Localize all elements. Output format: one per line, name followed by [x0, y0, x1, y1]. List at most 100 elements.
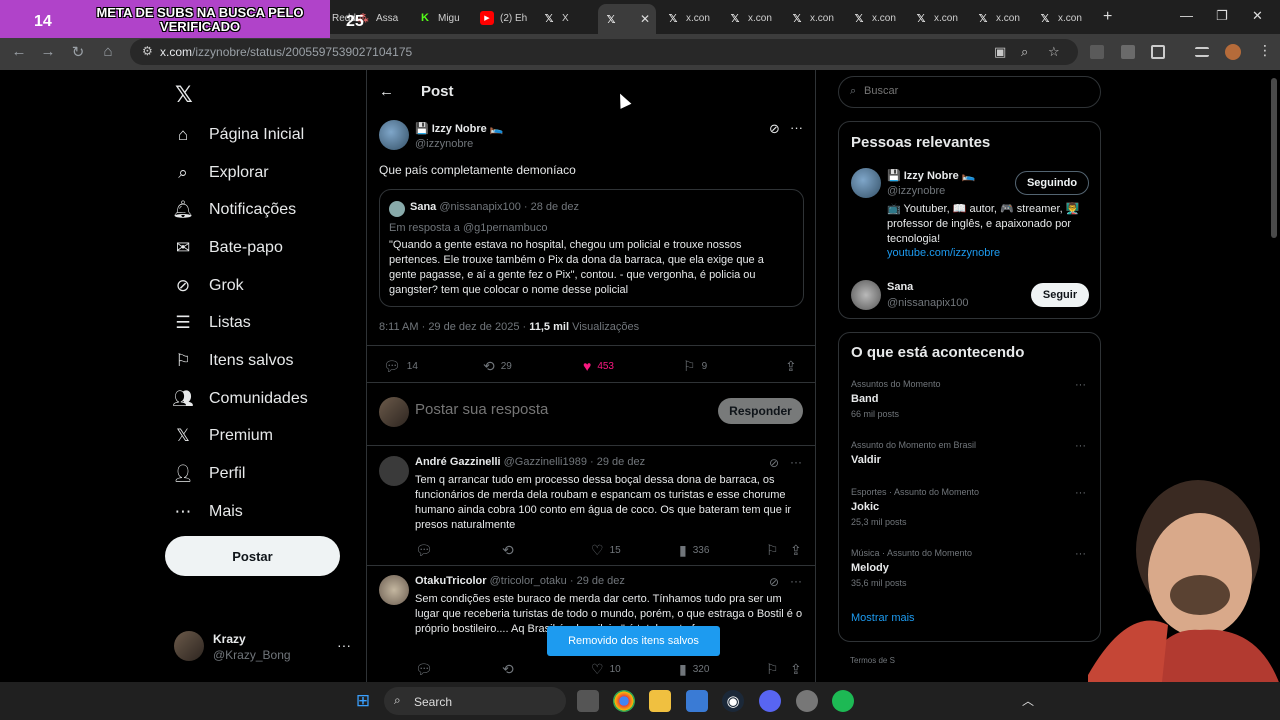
trend-item[interactable]: Esportes · Assunto do Momento Jokic 25,3…	[851, 487, 1091, 527]
search-input[interactable]	[864, 85, 1084, 97]
profile-avatar[interactable]	[1225, 44, 1241, 60]
more-icon[interactable]: ···	[1075, 487, 1086, 499]
trend-item[interactable]: Música · Assunto do Momento Melody 35,6 …	[851, 548, 1091, 588]
follow-button[interactable]: Seguir	[1031, 283, 1089, 307]
bookmark-action[interactable]: ⚐	[766, 542, 779, 559]
bookmark-action[interactable]: ⚐	[766, 661, 779, 678]
show-more-link[interactable]: Mostrar mais	[851, 612, 915, 624]
nav-item-premium[interactable]: 𝕏 Premium	[173, 422, 273, 450]
bookmark-action[interactable]: ⚐ 9	[683, 358, 707, 375]
nav-item-notifications[interactable]: 🔔︎ Notificações	[172, 196, 296, 224]
browser-tab-active[interactable]: 𝕏 ✕	[598, 4, 656, 34]
install-app-icon[interactable]: ▣	[994, 44, 1006, 60]
person-name[interactable]: Sana	[887, 281, 913, 293]
chevron-up-icon[interactable]: ︿	[1022, 692, 1034, 709]
store-icon[interactable]	[686, 690, 708, 712]
browser-tab[interactable]: 𝕏 x.con	[784, 6, 846, 30]
more-icon[interactable]: ···	[337, 637, 351, 653]
reply-action[interactable]: 💬︎	[415, 542, 439, 559]
author-handle[interactable]: @izzynobre	[415, 138, 473, 150]
site-info-icon[interactable]: ⚙	[142, 44, 153, 58]
author-avatar[interactable]	[379, 120, 409, 150]
close-window-icon[interactable]: ✕	[1252, 8, 1263, 24]
nav-item-bookmarks[interactable]: ⚐ Itens salvos	[173, 347, 293, 375]
task-view-icon[interactable]	[577, 690, 599, 712]
nav-item-chat[interactable]: ✉ Bate-papo	[173, 234, 283, 262]
share-action[interactable]: ⇪	[785, 358, 797, 375]
search-box[interactable]: ⌕	[838, 76, 1101, 108]
tab-search-icon[interactable]	[1195, 47, 1209, 57]
home-icon[interactable]: ⌂	[99, 43, 117, 60]
more-icon[interactable]: ···	[790, 120, 803, 135]
views-action[interactable]: ▮ 320	[679, 661, 709, 678]
grok-icon[interactable]: ⊘	[769, 456, 779, 470]
windows-start-icon[interactable]: ⊞	[352, 690, 374, 712]
like-action[interactable]: ♡ 10	[591, 661, 621, 678]
browser-tab[interactable]: K Migu	[412, 6, 474, 30]
nav-item-grok[interactable]: ⊘ Grok	[173, 272, 244, 300]
nav-item-profile[interactable]: 👤︎ Perfil	[172, 460, 245, 488]
browser-tab[interactable]: 𝕏 x.con	[722, 6, 784, 30]
more-icon[interactable]: ···	[790, 574, 802, 588]
share-action[interactable]: ⇪	[790, 542, 802, 559]
url-text[interactable]: x.com/izzynobre/status/20055975390271041…	[160, 45, 412, 59]
menu-kebab-icon[interactable]: ⋮	[1258, 42, 1272, 59]
person-handle[interactable]: @izzynobre	[887, 185, 945, 197]
more-icon[interactable]: ···	[1075, 548, 1086, 560]
following-button[interactable]: Seguindo	[1015, 171, 1089, 195]
taskbar-search[interactable]: ⌕ Search	[384, 687, 566, 715]
scrollbar-thumb[interactable]	[1271, 78, 1277, 238]
trend-item[interactable]: Assuntos do Momento Band 66 mil posts ··…	[851, 379, 1091, 419]
discord-icon[interactable]	[759, 690, 781, 712]
nav-item-lists[interactable]: ☰ Listas	[173, 309, 250, 337]
browser-tab[interactable]: 𝕏 x.con	[846, 6, 908, 30]
browser-tab[interactable]: 𝕏 X	[536, 6, 598, 30]
grok-icon[interactable]: ⊘	[769, 575, 779, 589]
more-icon[interactable]: ···	[1075, 440, 1086, 452]
browser-tab[interactable]: 𝕏 x.con	[908, 6, 970, 30]
trend-item[interactable]: Assunto do Momento em Brasil Valdir ···	[851, 440, 1091, 466]
quoted-post[interactable]: Sana @nissanapix100 · 28 de dez Em respo…	[379, 189, 804, 307]
address-bar[interactable]: ⚙ x.com/izzynobre/status/200559753902710…	[130, 39, 1078, 65]
chrome-icon[interactable]	[613, 690, 635, 712]
person-link[interactable]: youtube.com/izzynobre	[887, 247, 1000, 259]
like-action[interactable]: ♡ 15	[591, 542, 621, 559]
extension-icon[interactable]	[1121, 45, 1135, 59]
close-tab-icon[interactable]: ✕	[640, 12, 650, 26]
like-action[interactable]: ♥ 453	[583, 358, 614, 374]
terms-link[interactable]: Termos de S	[850, 656, 895, 665]
nav-item-more[interactable]: ⋯ Mais	[173, 498, 243, 526]
reply-input[interactable]	[415, 401, 705, 418]
browser-tab[interactable]: 𝕏 x.con	[970, 6, 1032, 30]
repost-action[interactable]: ⟲	[502, 542, 520, 559]
browser-tab[interactable]: 𝕏 x.con	[1032, 6, 1094, 30]
zoom-icon[interactable]: ⌕	[1021, 44, 1028, 60]
avatar[interactable]	[851, 168, 881, 198]
back-arrow-icon[interactable]: ←	[379, 83, 394, 100]
share-action[interactable]: ⇪	[790, 661, 802, 678]
post-button[interactable]: Postar	[165, 536, 340, 576]
grok-icon[interactable]: ⊘	[769, 121, 780, 137]
back-icon[interactable]: ←	[10, 43, 28, 60]
author-name[interactable]: 💾 Izzy Nobre 🛌	[415, 122, 504, 135]
spotify-icon[interactable]	[832, 690, 854, 712]
reply-post[interactable]: André Gazzinelli @Gazzinelli1989 · 29 de…	[367, 446, 816, 564]
reply-post[interactable]: OtakuTricolor @tricolor_otaku · 29 de de…	[367, 565, 816, 682]
account-switcher[interactable]: Krazy @Krazy_Bong ···	[174, 631, 354, 663]
forward-icon[interactable]: →	[39, 43, 57, 60]
views-action[interactable]: ▮ 336	[679, 542, 709, 559]
more-icon[interactable]: ···	[790, 455, 802, 469]
more-icon[interactable]: ···	[1075, 379, 1086, 391]
reply-action[interactable]: 💬︎ 14	[383, 358, 418, 375]
x-logo-icon[interactable]: 𝕏	[175, 82, 193, 108]
extension-icon[interactable]	[1090, 45, 1104, 59]
steam-icon[interactable]: ◉	[722, 690, 744, 712]
repost-action[interactable]: ⟲	[502, 661, 520, 678]
nav-item-home[interactable]: ⌂ Página Inicial	[173, 121, 304, 149]
maximize-icon[interactable]: ❐	[1216, 8, 1228, 24]
browser-tab[interactable]: ▶ (2) Eh	[474, 6, 536, 30]
person-handle[interactable]: @nissanapix100	[887, 297, 969, 309]
bookmark-star-icon[interactable]: ☆	[1048, 44, 1060, 60]
nav-item-communities[interactable]: 👥︎ Comunidades	[172, 385, 308, 413]
reply-action[interactable]: 💬︎	[415, 661, 439, 678]
